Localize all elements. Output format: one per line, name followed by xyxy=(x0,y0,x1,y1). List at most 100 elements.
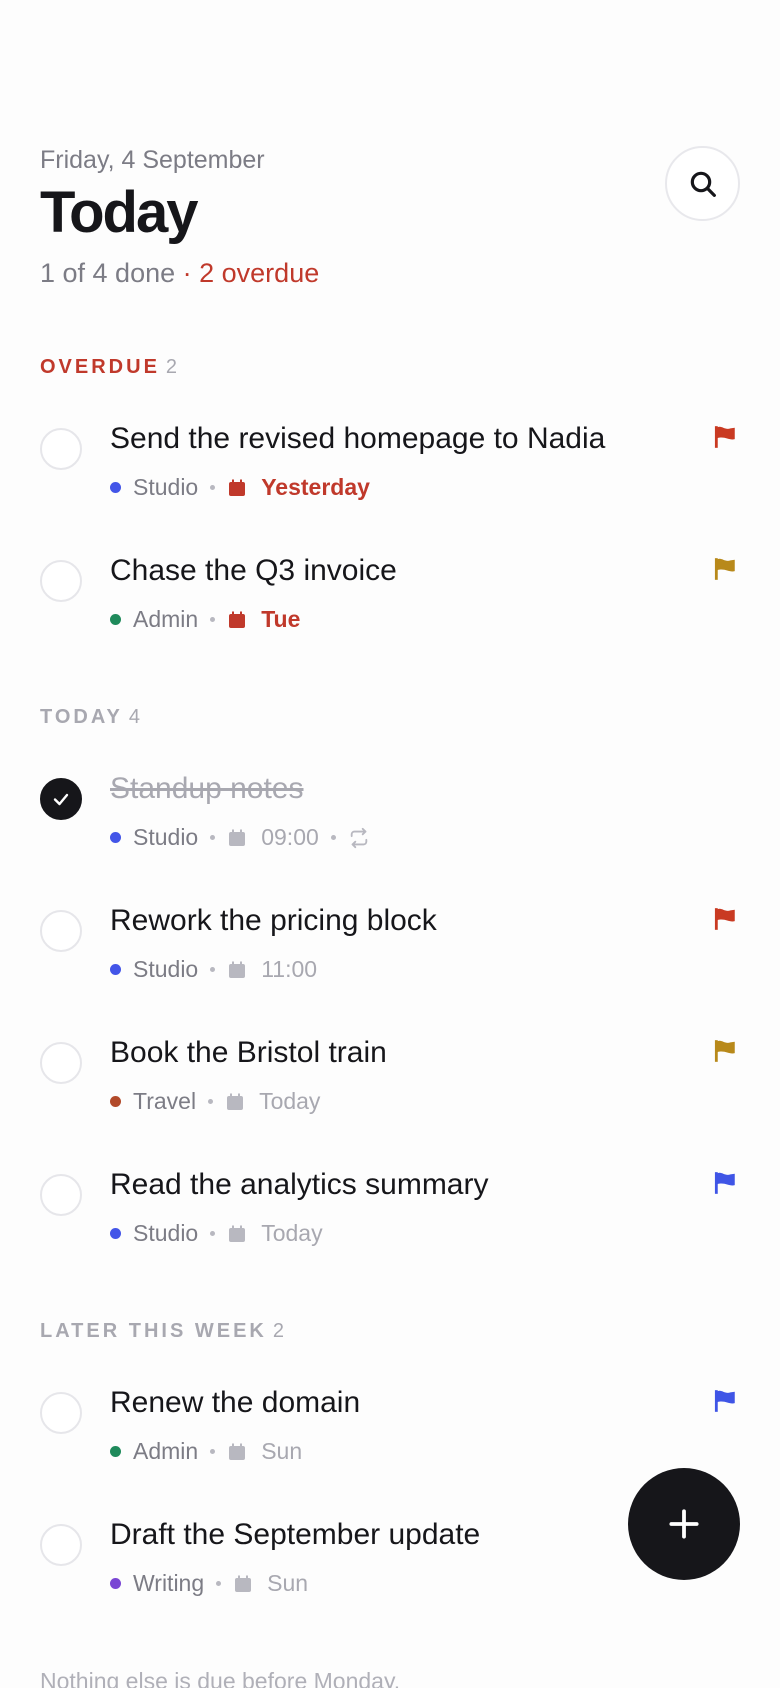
calendar-icon xyxy=(233,1574,253,1594)
separator-dot xyxy=(210,1231,216,1236)
task-due: Today xyxy=(261,1220,323,1246)
task-project: Admin xyxy=(133,1438,199,1464)
add-task-button[interactable] xyxy=(628,1468,740,1580)
project-dot xyxy=(110,482,121,493)
task-due: Yesterday xyxy=(261,474,370,500)
task-title: Standup notes xyxy=(110,772,304,805)
task-due: 09:00 xyxy=(261,824,319,850)
project-dot xyxy=(110,1446,121,1457)
task-due: Tue xyxy=(261,606,301,632)
search-icon xyxy=(690,171,716,197)
current-date: Friday, 4 September xyxy=(40,146,265,174)
calendar-icon xyxy=(225,1092,245,1112)
section-count: 2 xyxy=(165,356,179,378)
task-checkbox[interactable] xyxy=(40,1042,82,1084)
project-dot xyxy=(110,832,121,843)
task-meta: Studio 11:00 xyxy=(110,956,317,983)
calendar-icon xyxy=(227,828,247,848)
task-meta: Studio Today xyxy=(110,1220,323,1247)
separator-dot xyxy=(330,835,336,840)
calendar-icon xyxy=(227,1224,247,1244)
separator-dot xyxy=(210,485,216,490)
task-meta: Travel Today xyxy=(110,1088,320,1115)
task-meta: Admin Tue xyxy=(110,606,300,633)
project-dot xyxy=(110,1228,121,1239)
repeat-icon xyxy=(348,827,370,849)
overdue-summary: · 2 overdue xyxy=(182,257,320,288)
task-checkbox[interactable] xyxy=(40,560,82,602)
section-header-later-this-week: LATER THIS WEEK 2 xyxy=(40,1320,285,1343)
task-checkbox[interactable] xyxy=(40,1392,82,1434)
amber-flag-icon[interactable] xyxy=(712,1038,738,1069)
section-header-today: TODAY 4 xyxy=(40,706,141,729)
task-project: Studio xyxy=(133,824,199,850)
page-title: Today xyxy=(40,180,199,245)
calendar-icon xyxy=(227,1442,247,1462)
task-due: Today xyxy=(259,1088,321,1114)
amber-flag-icon[interactable] xyxy=(712,556,738,587)
separator-dot xyxy=(208,1099,214,1104)
task-due: Sun xyxy=(261,1438,303,1464)
task-due: 11:00 xyxy=(261,956,318,982)
task-checkbox[interactable] xyxy=(40,1524,82,1566)
task-project: Travel xyxy=(133,1088,197,1114)
task-item[interactable]: Book the Bristol train Travel Today xyxy=(40,1032,740,1152)
task-summary: 1 of 4 done · 2 overdue xyxy=(40,258,740,289)
separator-dot xyxy=(210,1449,216,1454)
calendar-icon xyxy=(227,610,247,630)
red-flag-icon[interactable] xyxy=(712,906,738,937)
separator-dot xyxy=(210,617,216,622)
task-title: Book the Bristol train xyxy=(110,1036,387,1069)
task-checkbox[interactable] xyxy=(40,428,82,470)
task-checkbox-checked[interactable] xyxy=(40,778,82,820)
blue-flag-icon[interactable] xyxy=(712,1170,738,1201)
task-item[interactable]: Chase the Q3 invoice Admin Tue xyxy=(40,550,740,670)
task-meta: Studio 09:00 xyxy=(110,824,370,851)
task-due: Sun xyxy=(267,1570,309,1596)
task-item[interactable]: Read the analytics summary Studio Today xyxy=(40,1164,740,1284)
done-summary: 1 of 4 done xyxy=(40,257,176,288)
task-item[interactable]: Renew the domain Admin Sun xyxy=(40,1382,740,1502)
task-project: Writing xyxy=(133,1570,205,1596)
section-count: 4 xyxy=(128,706,141,728)
task-title: Send the revised homepage to Nadia xyxy=(110,422,606,455)
task-item[interactable]: Rework the pricing block Studio 11:00 xyxy=(40,900,740,1020)
separator-dot xyxy=(210,967,216,972)
task-meta: Writing Sun xyxy=(110,1570,308,1597)
project-dot xyxy=(110,1096,121,1107)
separator-dot xyxy=(216,1581,222,1586)
blue-flag-icon[interactable] xyxy=(712,1388,738,1419)
task-title: Chase the Q3 invoice xyxy=(110,554,397,587)
task-title: Rework the pricing block xyxy=(110,904,437,937)
section-label: LATER THIS WEEK xyxy=(40,1320,267,1342)
task-meta: Studio Yesterday xyxy=(110,474,370,501)
task-project: Studio xyxy=(133,1220,199,1246)
section-header-overdue: OVERDUE 2 xyxy=(40,356,178,379)
section-count: 2 xyxy=(272,1320,285,1342)
task-item[interactable]: Send the revised homepage to Nadia Studi… xyxy=(40,418,740,538)
task-meta: Admin Sun xyxy=(110,1438,302,1465)
section-label: OVERDUE xyxy=(40,356,160,378)
task-title: Read the analytics summary xyxy=(110,1168,489,1201)
search-button[interactable] xyxy=(665,146,740,221)
project-dot xyxy=(110,964,121,975)
task-project: Admin xyxy=(133,606,199,632)
task-checkbox[interactable] xyxy=(40,1174,82,1216)
empty-footer-note: Nothing else is due before Monday. xyxy=(40,1668,401,1688)
section-label: TODAY xyxy=(40,706,123,728)
task-item[interactable]: Standup notes Studio 09:00 xyxy=(40,768,740,888)
task-project: Studio xyxy=(133,956,199,982)
separator-dot xyxy=(210,835,216,840)
page-header: Friday, 4 September Today 1 of 4 done · … xyxy=(40,146,740,289)
project-dot xyxy=(110,614,121,625)
calendar-icon xyxy=(227,960,247,980)
task-title: Renew the domain xyxy=(110,1386,361,1419)
task-checkbox[interactable] xyxy=(40,910,82,952)
checkmark-icon xyxy=(53,793,69,806)
calendar-icon xyxy=(227,478,247,498)
task-title: Draft the September update xyxy=(110,1518,481,1551)
plus-icon xyxy=(669,1509,699,1539)
task-project: Studio xyxy=(133,474,199,500)
project-dot xyxy=(110,1578,121,1589)
red-flag-icon[interactable] xyxy=(712,424,738,455)
